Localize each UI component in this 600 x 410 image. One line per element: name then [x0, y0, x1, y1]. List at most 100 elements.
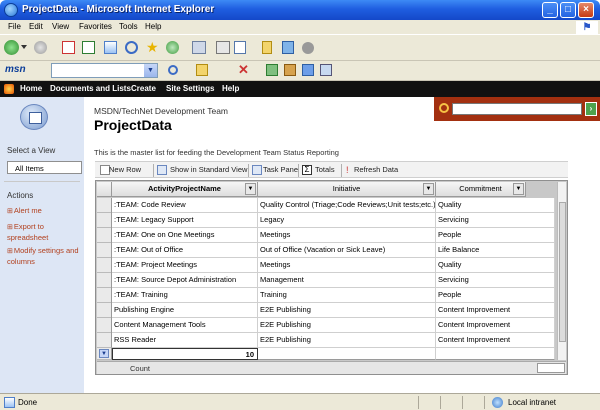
nav-site-settings[interactable]: Site Settings — [166, 84, 214, 93]
menu-edit[interactable]: Edit — [29, 22, 43, 31]
cell-initiative[interactable]: Out of Office (Vacation or Sick Leave) — [258, 243, 436, 258]
column-header-activity[interactable]: ActivityProjectName ▼ — [112, 182, 258, 197]
scrollbar-thumb[interactable] — [559, 202, 566, 342]
cell-commitment[interactable]: Servicing — [436, 273, 555, 288]
menu-view[interactable]: View — [52, 22, 69, 31]
site-search: › — [434, 97, 600, 121]
grid-vertical-scrollbar[interactable] — [557, 182, 566, 360]
back-dropdown-icon[interactable] — [21, 45, 27, 49]
row-selectors[interactable] — [97, 198, 112, 348]
cell-initiative[interactable]: E2E Publishing — [258, 303, 436, 318]
cell-activity[interactable]: :TEAM: Source Depot Administration — [112, 273, 258, 288]
cell-initiative[interactable]: E2E Publishing — [258, 318, 436, 333]
cell-initiative[interactable]: Training — [258, 288, 436, 303]
cell-commitment[interactable]: Quality — [436, 258, 555, 273]
back-icon[interactable] — [4, 40, 19, 55]
action-export-spreadsheet[interactable]: Export to spreadsheet — [7, 222, 82, 243]
chevron-down-icon[interactable]: ▼ — [99, 349, 109, 358]
cell-activity[interactable]: Publishing Engine — [112, 303, 258, 318]
cell-initiative[interactable]: Meetings — [258, 258, 436, 273]
home-icon[interactable] — [104, 41, 117, 54]
chevron-down-icon[interactable]: ▼ — [423, 183, 434, 195]
discuss-icon[interactable] — [262, 41, 272, 54]
totals-row-selector[interactable]: ▼ — [97, 348, 112, 360]
site-search-input[interactable] — [452, 103, 582, 115]
grid-corner[interactable] — [97, 182, 112, 197]
favorites-star-icon[interactable]: ★ — [146, 40, 160, 54]
search-icon[interactable] — [125, 41, 138, 54]
cell-commitment[interactable]: Content Improvement — [436, 333, 555, 348]
cell-initiative[interactable]: Legacy — [258, 213, 436, 228]
total-initiative-cell[interactable] — [258, 348, 436, 360]
chevron-down-icon[interactable]: ▼ — [245, 183, 256, 195]
minimize-button[interactable]: _ — [542, 2, 558, 18]
cell-commitment[interactable]: Content Improvement — [436, 303, 555, 318]
show-standard-view-button[interactable]: Show in Standard View — [170, 165, 247, 174]
cell-commitment[interactable]: People — [436, 228, 555, 243]
cell-activity[interactable]: :TEAM: Legacy Support — [112, 213, 258, 228]
refresh-icon[interactable] — [82, 41, 95, 54]
view-all-items[interactable]: All Items — [7, 161, 82, 174]
maximize-button[interactable]: □ — [560, 2, 576, 18]
chevron-down-icon[interactable]: ▼ — [513, 183, 524, 195]
cell-activity[interactable]: Content Management Tools — [112, 318, 258, 333]
grid-resize-handle[interactable] — [537, 363, 565, 373]
refresh-data-button[interactable]: Refresh Data — [354, 165, 398, 174]
action-modify-settings[interactable]: Modify settings and columns — [7, 246, 82, 267]
msn-search-input[interactable]: ▼ — [51, 63, 158, 78]
edit-icon[interactable] — [234, 41, 246, 54]
cell-activity[interactable]: :TEAM: Project Meetings — [112, 258, 258, 273]
nav-home[interactable]: Home — [20, 84, 42, 93]
msn-people-icon[interactable] — [284, 64, 296, 76]
totals-button[interactable]: Totals — [315, 165, 335, 174]
task-pane-icon — [252, 165, 262, 175]
total-commitment-cell[interactable] — [436, 348, 555, 360]
menu-help[interactable]: Help — [145, 22, 161, 31]
messenger-icon[interactable] — [282, 41, 294, 54]
cell-commitment[interactable]: People — [436, 288, 555, 303]
msn-logo[interactable]: msn — [5, 64, 26, 75]
chevron-down-icon[interactable]: ▼ — [144, 64, 157, 77]
task-pane-button[interactable]: Task Pane — [263, 165, 298, 174]
research-icon[interactable] — [302, 42, 314, 54]
cell-commitment[interactable]: Quality — [436, 198, 555, 213]
action-alert-me[interactable]: Alert me — [7, 206, 82, 217]
cell-commitment[interactable]: Content Improvement — [436, 318, 555, 333]
print-icon[interactable] — [216, 41, 230, 54]
cell-initiative[interactable]: Meetings — [258, 228, 436, 243]
cell-commitment[interactable]: Servicing — [436, 213, 555, 228]
menu-tools[interactable]: Tools — [119, 22, 138, 31]
cell-initiative[interactable]: Management — [258, 273, 436, 288]
nav-help[interactable]: Help — [222, 84, 239, 93]
cell-activity[interactable]: RSS Reader — [112, 333, 258, 348]
new-row-button[interactable]: New Row — [109, 165, 141, 174]
msn-mail-icon[interactable] — [266, 64, 278, 76]
site-name[interactable]: MSDN/TechNet Development Team — [94, 106, 228, 116]
column-header-initiative[interactable]: Initiative ▼ — [258, 182, 436, 197]
cell-activity[interactable]: :TEAM: Code Review — [112, 198, 258, 213]
forward-icon[interactable] — [34, 41, 47, 54]
cell-initiative[interactable]: Quality Control (Triage;Code Reviews;Uni… — [258, 198, 436, 213]
menu-bar: File Edit View Favorites Tools Help ⚑ — [0, 20, 600, 35]
mail-icon[interactable] — [192, 41, 206, 54]
popup-blocker-icon[interactable]: ✕ — [238, 63, 250, 76]
history-icon[interactable] — [166, 41, 179, 54]
cell-activity[interactable]: :TEAM: One on One Meetings — [112, 228, 258, 243]
cell-activity[interactable]: :TEAM: Training — [112, 288, 258, 303]
column-header-commitment[interactable]: Commitment ▼ — [436, 182, 526, 197]
total-count-cell[interactable]: 10 — [112, 348, 258, 360]
stop-icon[interactable] — [62, 41, 75, 54]
highlight-icon[interactable] — [196, 64, 208, 76]
cell-activity[interactable]: :TEAM: Out of Office — [112, 243, 258, 258]
nav-documents-and-lists[interactable]: Documents and Lists — [50, 84, 131, 93]
nav-create[interactable]: Create — [131, 84, 156, 93]
cell-commitment[interactable]: Life Balance — [436, 243, 555, 258]
menu-file[interactable]: File — [8, 22, 21, 31]
msn-options-icon[interactable] — [320, 64, 332, 76]
cell-initiative[interactable]: E2E Publishing — [258, 333, 436, 348]
search-go-button[interactable]: › — [585, 102, 597, 116]
menu-favorites[interactable]: Favorites — [79, 22, 112, 31]
close-button[interactable]: × — [578, 2, 594, 18]
msn-search-icon[interactable] — [168, 65, 178, 75]
msn-spaces-icon[interactable] — [302, 64, 314, 76]
